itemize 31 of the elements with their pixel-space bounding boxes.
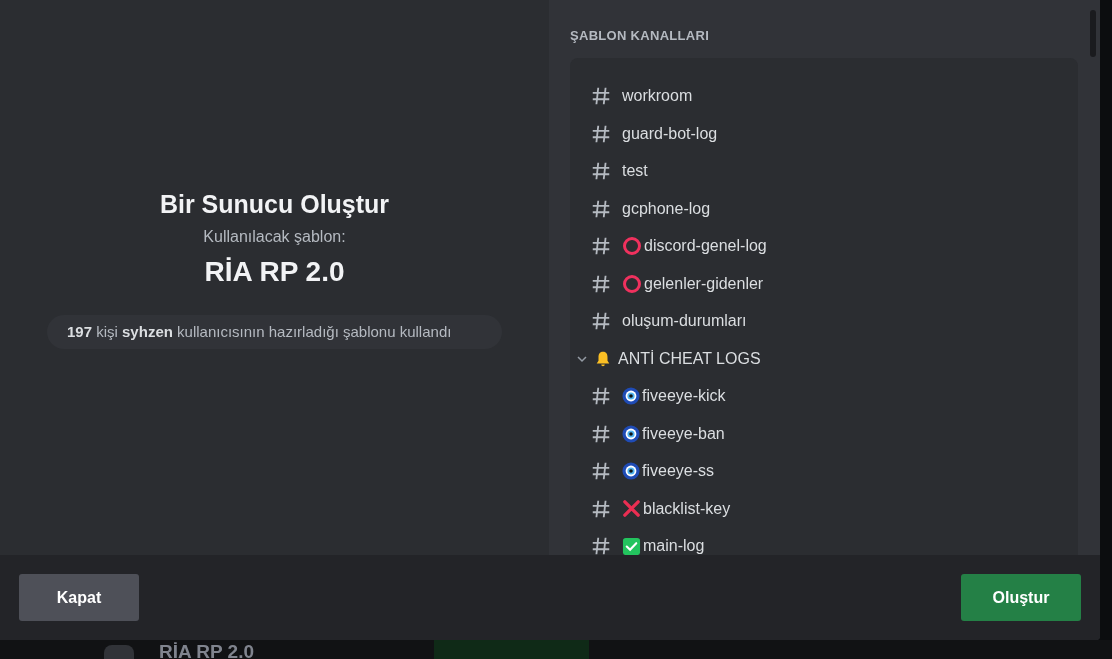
channel-name: guard-bot-log [622, 123, 718, 144]
ring-icon [622, 273, 642, 294]
channel-name: fiveeye-ss [642, 461, 715, 482]
channel-name: oluşum-durumları [622, 311, 747, 332]
scrollbar-thumb[interactable] [1090, 10, 1096, 57]
usage-note: 197 kişi syhzen kullanıcısının hazırladığı şablonu kullandı [47, 315, 502, 350]
channel-name: gcphone-log [622, 198, 711, 219]
eye-icon [622, 424, 640, 443]
channel-name: workroom [622, 86, 693, 107]
hash-icon [590, 535, 612, 555]
category-name: ANTİ CHEAT LOGS [618, 348, 761, 369]
channel-name: test [622, 161, 648, 182]
channel-name: discord-genel-log [644, 236, 767, 257]
channel-name: main-log [643, 536, 705, 555]
section-header: ŞABLON KANALLARI [570, 27, 711, 45]
template-name: RİA RP 2.0 [159, 641, 255, 659]
template-name: RİA RP 2.0 [204, 255, 345, 290]
cross-icon [622, 499, 641, 519]
eye-icon [622, 387, 640, 406]
eye-icon [622, 462, 640, 481]
close-button[interactable]: Kapat [19, 574, 139, 621]
create-button[interactable]: Oluştur [961, 574, 1081, 621]
modal-title: Bir Sunucu Oluştur [159, 188, 390, 220]
bell-icon [594, 349, 612, 368]
channel-name: blacklist-key [643, 498, 731, 519]
channel-name: fiveeye-kick [642, 386, 726, 407]
channel-name: fiveeye-ban [642, 423, 725, 444]
modal-subtitle: Kullanılacak şablon: [203, 227, 346, 248]
check-icon [622, 536, 641, 555]
ring-icon [622, 236, 642, 257]
channel-name: gelenler-gidenler [644, 273, 764, 294]
